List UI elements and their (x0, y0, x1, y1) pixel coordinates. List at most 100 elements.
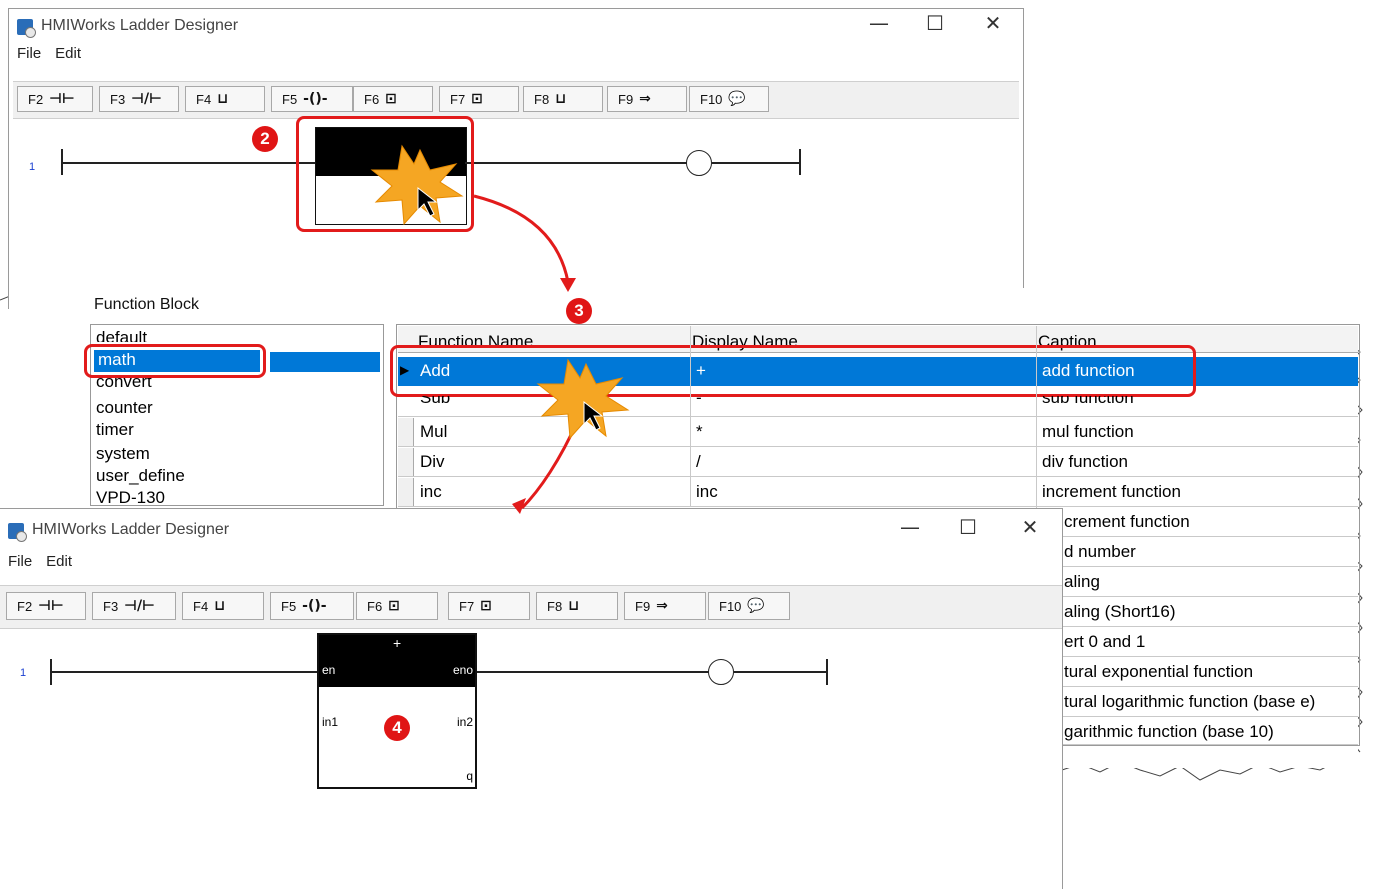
window-title: HMIWorks Ladder Designer (32, 521, 230, 538)
row-divider (1036, 744, 1358, 745)
menu-file[interactable]: File (8, 553, 32, 570)
pin-q[interactable]: q (466, 769, 473, 783)
f8-parallel-button[interactable]: F8 ⊔ (536, 592, 618, 620)
cell-mul-display[interactable]: * (696, 422, 703, 442)
rung-wire-left (50, 671, 318, 673)
block-title: + (393, 635, 402, 651)
callout-empty-block (296, 116, 474, 232)
cell-sub-display: - (696, 396, 702, 407)
row-header (398, 478, 414, 507)
caption-fragment[interactable]: aling (1064, 572, 1100, 592)
category-system[interactable]: system (96, 444, 150, 464)
dialog-title: Function Block (94, 296, 199, 313)
rung-number: 1 (29, 161, 36, 173)
f3-contact-nc-button[interactable]: F3 ⊣/⊢ (92, 592, 176, 620)
cell-inc-display[interactable]: inc (696, 482, 718, 502)
output-coil[interactable] (686, 150, 712, 176)
output-coil[interactable] (708, 659, 734, 685)
row-divider (398, 506, 1358, 507)
app-icon (17, 19, 36, 38)
cell-sub-caption: sub function (1042, 396, 1134, 407)
cell-sub-name: Sub (420, 396, 451, 407)
branch-icon: ⊔ (214, 598, 226, 614)
minimize-button[interactable]: — (859, 11, 899, 35)
f4-branch-button[interactable]: F4 ⊔ (182, 592, 264, 620)
minimize-button[interactable]: — (890, 515, 930, 539)
pin-en: en (322, 663, 336, 677)
row-divider (398, 416, 1358, 417)
column-divider (690, 326, 691, 506)
cell-div-display[interactable]: / (696, 452, 701, 472)
f5-coil-button[interactable]: F5 -()- (271, 86, 353, 112)
caption-fragment[interactable]: d number (1064, 542, 1136, 562)
step-badge-2: 2 (252, 126, 278, 152)
cell-div-caption[interactable]: div function (1042, 452, 1128, 472)
f7-function-block-button[interactable]: F7 ⊡ (439, 86, 519, 112)
cell-inc-caption[interactable]: increment function (1042, 482, 1181, 502)
menu-file[interactable]: File (17, 45, 41, 62)
jump-icon: ⇒ (656, 598, 668, 614)
caption-fragment[interactable]: aling (Short16) (1064, 602, 1176, 622)
parallel-icon: ⊔ (568, 598, 580, 614)
callout-math-category (84, 344, 266, 378)
f2-contact-button[interactable]: F2 ⊣⊢ (17, 86, 93, 112)
caption-fragment[interactable]: tural logarithmic function (base e) (1064, 692, 1315, 712)
contact-nc-icon: ⊣/⊢ (124, 598, 155, 614)
f5-coil-button[interactable]: F5 -()- (270, 592, 354, 620)
menu-edit[interactable]: Edit (55, 45, 81, 62)
title-bar: HMIWorks Ladder Designer — ☐ ✕ (9, 9, 1023, 43)
rung-wire-right (465, 162, 687, 164)
toolbar: F2 ⊣⊢ F3 ⊣/⊢ F4 ⊔ F5 -()- F6 ⊡ F7 ⊡ F8 ⊔ F9 ⇒ F1… (0, 585, 1062, 629)
cell-div-name[interactable]: Div (420, 452, 445, 472)
f2-contact-button[interactable]: F2 ⊣⊢ (6, 592, 86, 620)
f7-function-block-button[interactable]: F7 ⊡ (448, 592, 530, 620)
f6-function-block-button[interactable]: F6 ⊡ (353, 86, 433, 112)
rung-number: 1 (20, 667, 27, 679)
row-header (398, 448, 414, 477)
f6-function-block-button[interactable]: F6 ⊡ (356, 592, 438, 620)
caption-fragment[interactable]: tural exponential function (1064, 662, 1253, 682)
cell-mul-caption[interactable]: mul function (1042, 422, 1134, 442)
f4-branch-button[interactable]: F4 ⊔ (185, 86, 265, 112)
category-vpd-130[interactable]: VPD-130 (96, 488, 165, 508)
row-sub[interactable]: Sub - sub function (398, 396, 1358, 410)
row-divider (1036, 686, 1358, 687)
pin-in2[interactable]: in2 (457, 715, 473, 729)
category-convert[interactable]: convert (96, 378, 152, 392)
contact-nc-icon: ⊣/⊢ (131, 91, 162, 107)
app-icon (8, 523, 27, 542)
cell-inc-name[interactable]: inc (420, 482, 442, 502)
function-block-alt-icon: ⊡ (471, 91, 483, 107)
caption-fragment[interactable]: cre­ment function (1064, 512, 1190, 532)
contact-no-icon: ⊣⊢ (49, 91, 75, 107)
close-button[interactable]: ✕ (1010, 515, 1050, 539)
f10-comment-button[interactable]: F10 💬 (689, 86, 769, 112)
category-counter[interactable]: counter (96, 398, 153, 418)
caption-fragment[interactable]: ert 0 and 1 (1064, 632, 1145, 652)
step-badge-4: 4 (384, 715, 410, 741)
add-function-block[interactable]: + en eno in1 in2 q (317, 633, 477, 789)
category-timer[interactable]: timer (96, 420, 134, 440)
comment-icon: 💬 (728, 91, 746, 107)
row-divider (1036, 536, 1358, 537)
pin-in1[interactable]: in1 (322, 715, 338, 729)
category-user-define[interactable]: user_define (96, 466, 185, 486)
close-button[interactable]: ✕ (973, 11, 1013, 35)
cell-mul-name[interactable]: Mul (420, 422, 447, 442)
caption-fragment[interactable]: garithmic function (base 10) (1064, 722, 1274, 742)
f8-parallel-button[interactable]: F8 ⊔ (523, 86, 603, 112)
menu-bar: File Edit (9, 45, 87, 69)
maximize-button[interactable]: ☐ (948, 515, 988, 539)
f9-jump-button[interactable]: F9 ⇒ (624, 592, 706, 620)
maximize-button[interactable]: ☐ (915, 11, 955, 35)
f3-contact-nc-button[interactable]: F3 ⊣/⊢ (99, 86, 179, 112)
menu-edit[interactable]: Edit (46, 553, 72, 570)
row-header (398, 418, 414, 447)
f9-jump-button[interactable]: F9 ⇒ (607, 86, 687, 112)
toolbar: F2 ⊣⊢ F3 ⊣/⊢ F4 ⊔ F5 -()- F6 ⊡ F7 ⊡ F8 ⊔ F9 ⇒ F1… (13, 81, 1019, 119)
f10-comment-button[interactable]: F10 💬 (708, 592, 790, 620)
step-badge-3: 3 (566, 298, 592, 324)
row-divider (1036, 626, 1358, 627)
coil-icon: -()- (302, 598, 327, 614)
category-default[interactable]: default (96, 328, 147, 342)
